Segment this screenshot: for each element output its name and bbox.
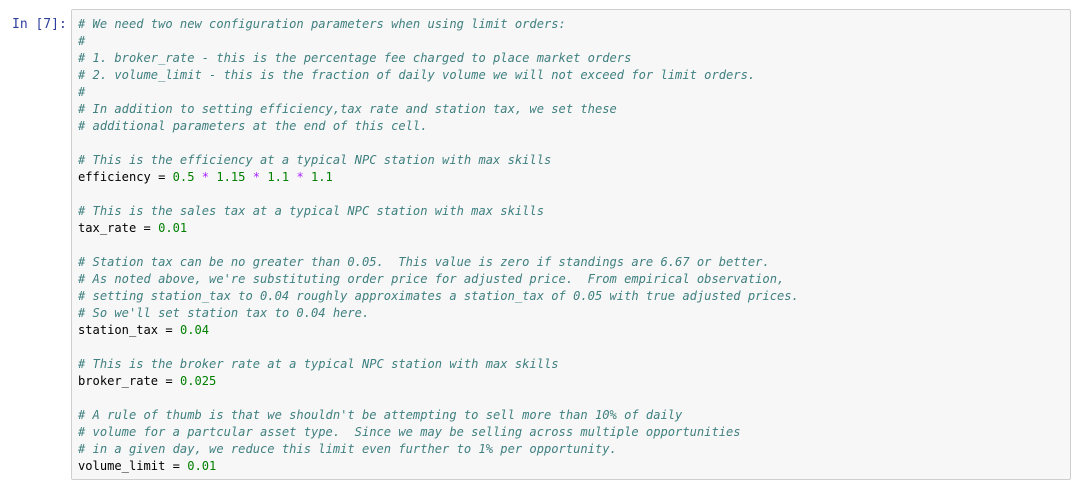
code-token-punctuation: = <box>165 459 188 473</box>
code-token-variable: efficiency <box>78 170 151 184</box>
code-token-number: 1.15 <box>216 170 246 184</box>
code-line: # This is the efficiency at a typical NP… <box>78 152 799 169</box>
code-token-comment: # in a given day, we reduce this limit e… <box>78 442 617 456</box>
code-token-comment: # <box>78 85 86 99</box>
code-line: # In addition to setting efficiency,tax … <box>78 101 799 118</box>
code-token-comment: # This is the sales tax at a typical NPC… <box>78 204 544 218</box>
code-token-punctuation <box>195 170 202 184</box>
code-token-number: 0.01 <box>158 221 188 235</box>
code-token-operator: * <box>296 170 304 184</box>
code-token-number: 1.1 <box>311 170 333 184</box>
code-line: # 1. broker_rate - this is the percentag… <box>78 50 799 67</box>
code-token-comment: # 2. volume_limit - this is the fraction… <box>78 68 756 82</box>
code-line: # volume for a partcular asset type. Sin… <box>78 424 799 441</box>
code-token-punctuation: = <box>158 374 180 388</box>
code-line: # 2. volume_limit - this is the fraction… <box>78 67 799 84</box>
code-token-operator: * <box>201 170 210 184</box>
code-token-comment: # We need two new configuration paramete… <box>78 17 566 31</box>
code-token-number: 0.04 <box>179 323 210 337</box>
code-line: # Station tax can be no greater than 0.0… <box>78 254 799 271</box>
code-line: # As noted above, we're substituting ord… <box>78 271 799 288</box>
code-line: efficiency = 0.5 * 1.15 * 1.1 * 1.1 <box>78 169 799 186</box>
code-token-comment: # This is the efficiency at a typical NP… <box>78 153 552 167</box>
code-token-comment: # This is the broker rate at a typical N… <box>78 357 559 371</box>
code-line: # So we'll set station tax to 0.04 here. <box>78 305 799 322</box>
code-token-punctuation: = <box>136 221 159 235</box>
code-token-number: 0.025 <box>179 374 217 388</box>
code-token-variable: broker_rate <box>78 374 159 388</box>
code-token-operator: * <box>252 170 261 184</box>
code-line: # This is the sales tax at a typical NPC… <box>78 203 799 220</box>
code-token-comment: # <box>78 34 86 48</box>
code-token-comment: # Station tax can be no greater than 0.0… <box>78 255 770 269</box>
code-token-number: 1.1 <box>267 170 290 184</box>
code-token-comment: # volume for a partcular asset type. Sin… <box>78 425 741 439</box>
code-line: broker_rate = 0.025 <box>78 373 799 390</box>
code-token-comment: # As noted above, we're substituting ord… <box>78 272 785 286</box>
code-token-comment: # So we'll set station tax to 0.04 here. <box>78 306 370 320</box>
code-line: volume_limit = 0.01 <box>78 458 799 475</box>
code-line: # A rule of thumb is that we shouldn't b… <box>78 407 799 424</box>
code-line: tax_rate = 0.01 <box>78 220 799 237</box>
code-token-variable: volume_limit <box>78 459 166 473</box>
code-token-comment: # A rule of thumb is that we shouldn't b… <box>78 408 683 422</box>
code-line: # This is the broker rate at a typical N… <box>78 356 799 373</box>
code-token-punctuation: = <box>158 323 180 337</box>
code-line: # We need two new configuration paramete… <box>78 16 799 33</box>
code-cell[interactable]: # We need two new configuration paramete… <box>71 9 1071 480</box>
code-token-comment: # In addition to setting efficiency,tax … <box>78 102 617 116</box>
code-token-variable: station_tax <box>78 323 159 337</box>
code-line: # <box>78 33 799 50</box>
code-token-comment: # additional parameters at the end of th… <box>78 119 428 133</box>
input-prompt: In [7]: <box>12 17 67 32</box>
code-token-variable: tax_rate <box>78 221 137 235</box>
code-token-punctuation: = <box>150 170 173 184</box>
code-line: station_tax = 0.04 <box>78 322 799 339</box>
code-editor[interactable]: # We need two new configuration paramete… <box>78 16 799 475</box>
code-token-comment: # 1. broker_rate - this is the percentag… <box>78 51 632 65</box>
code-token-number: 0.5 <box>172 170 195 184</box>
code-token-punctuation <box>304 170 311 184</box>
code-token-comment: # setting station_tax to 0.04 roughly ap… <box>78 289 799 303</box>
code-line: # <box>78 84 799 101</box>
code-token-punctuation <box>245 170 252 184</box>
code-line: # additional parameters at the end of th… <box>78 118 799 135</box>
code-token-number: 0.01 <box>187 459 217 473</box>
code-line: # in a given day, we reduce this limit e… <box>78 441 799 458</box>
code-line: # setting station_tax to 0.04 roughly ap… <box>78 288 799 305</box>
